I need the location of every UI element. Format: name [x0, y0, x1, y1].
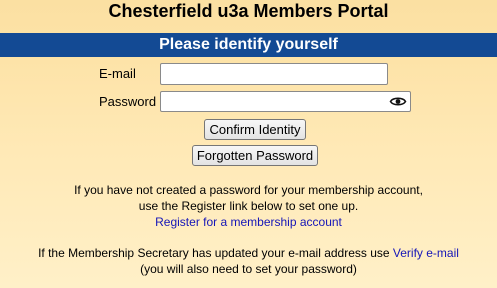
forgotten-password-button[interactable]: Forgotten Password [192, 145, 318, 166]
verify-email-link[interactable]: Verify e-mail [393, 246, 459, 260]
email-label: E-mail [99, 66, 136, 81]
register-info-line-1: If you have not created a password for y… [74, 183, 423, 197]
portal-title: Chesterfield u3a Members Portal [108, 1, 389, 21]
register-info-line-2: use the Register link below to set one u… [138, 199, 359, 213]
register-link[interactable]: Register for a membership account [155, 215, 342, 229]
password-label: Password [99, 94, 157, 109]
eye-icon[interactable] [389, 93, 407, 110]
email-field[interactable] [160, 63, 388, 85]
verify-email-note: (you will also need to set your password… [140, 262, 357, 276]
identify-banner: Please identify yourself [0, 33, 497, 57]
verify-email-text: If the Membership Secretary has updated … [38, 246, 393, 260]
password-field[interactable] [160, 91, 411, 112]
register-link-row: Register for a membership account [0, 214, 497, 230]
confirm-identity-button[interactable]: Confirm Identity [204, 119, 306, 140]
verify-email-row: If the Membership Secretary has updated … [0, 245, 497, 261]
